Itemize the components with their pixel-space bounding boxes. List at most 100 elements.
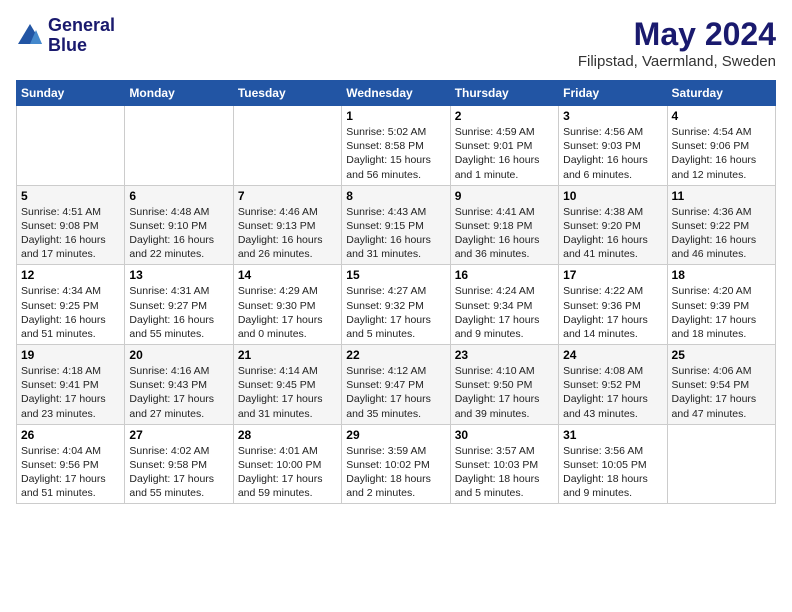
- day-number: 26: [21, 428, 120, 442]
- day-number: 3: [563, 109, 662, 123]
- day-number: 1: [346, 109, 445, 123]
- day-number: 9: [455, 189, 554, 203]
- calendar-cell: 21Sunrise: 4:14 AM Sunset: 9:45 PM Dayli…: [233, 345, 341, 425]
- calendar-week-row: 19Sunrise: 4:18 AM Sunset: 9:41 PM Dayli…: [17, 345, 776, 425]
- calendar-cell: [667, 424, 775, 504]
- day-number: 6: [129, 189, 228, 203]
- day-header-tuesday: Tuesday: [233, 81, 341, 106]
- calendar-cell: 3 Sunrise: 4:56 AM Sunset: 9:03 PM Daylig…: [559, 106, 667, 186]
- header: General Blue May 2024 Filipstad, Vaermla…: [16, 16, 776, 70]
- calendar-cell: 17 Sunrise: 4:22 AM Sunset: 9:36 PM Dayli…: [559, 265, 667, 345]
- calendar-cell: 16 Sunrise: 4:24 AM Sunset: 9:34 PM Dayli…: [450, 265, 558, 345]
- calendar-cell: 28 Sunrise: 4:01 AM Sunset: 10:00 PM Dayl…: [233, 424, 341, 504]
- day-header-friday: Friday: [559, 81, 667, 106]
- day-number: 29: [346, 428, 445, 442]
- day-number: 15: [346, 268, 445, 282]
- day-info: Sunrise: 4:04 AM Sunset: 9:56 PM Dayligh…: [21, 444, 120, 501]
- day-number: 8: [346, 189, 445, 203]
- calendar-cell: 1 Sunrise: 5:02 AM Sunset: 8:58 PM Daylig…: [342, 106, 450, 186]
- day-header-saturday: Saturday: [667, 81, 775, 106]
- day-number: 23: [455, 348, 554, 362]
- day-number: 7: [238, 189, 337, 203]
- day-number: 2: [455, 109, 554, 123]
- day-number: 18: [672, 268, 771, 282]
- calendar-cell: 2 Sunrise: 4:59 AM Sunset: 9:01 PM Daylig…: [450, 106, 558, 186]
- calendar-cell: 29 Sunrise: 3:59 AM Sunset: 10:02 PM Dayl…: [342, 424, 450, 504]
- day-number: 28: [238, 428, 337, 442]
- day-info: Sunrise: 4:08 AM Sunset: 9:52 PM Dayligh…: [563, 364, 662, 421]
- day-info: Sunrise: 4:20 AM Sunset: 9:39 PM Dayligh…: [672, 284, 771, 341]
- day-info: Sunrise: 4:14 AM Sunset: 9:45 PM Dayligh…: [238, 364, 337, 421]
- calendar-cell: 6 Sunrise: 4:48 AM Sunset: 9:10 PM Daylig…: [125, 185, 233, 265]
- day-info: Sunrise: 4:02 AM Sunset: 9:58 PM Dayligh…: [129, 444, 228, 501]
- day-info: Sunrise: 4:48 AM Sunset: 9:10 PM Dayligh…: [129, 205, 228, 262]
- day-header-wednesday: Wednesday: [342, 81, 450, 106]
- calendar-cell: 18 Sunrise: 4:20 AM Sunset: 9:39 PM Dayli…: [667, 265, 775, 345]
- calendar-cell: 19Sunrise: 4:18 AM Sunset: 9:41 PM Dayli…: [17, 345, 125, 425]
- calendar-cell: 23 Sunrise: 4:10 AM Sunset: 9:50 PM Dayli…: [450, 345, 558, 425]
- day-number: 12: [21, 268, 120, 282]
- calendar-table: SundayMondayTuesdayWednesdayThursdayFrid…: [16, 80, 776, 504]
- day-info: Sunrise: 5:02 AM Sunset: 8:58 PM Dayligh…: [346, 125, 445, 182]
- day-number: 14: [238, 268, 337, 282]
- day-number: 20: [129, 348, 228, 362]
- logo-icon: [16, 22, 44, 50]
- calendar-cell: 7 Sunrise: 4:46 AM Sunset: 9:13 PM Daylig…: [233, 185, 341, 265]
- calendar-header-row: SundayMondayTuesdayWednesdayThursdayFrid…: [17, 81, 776, 106]
- calendar-cell: 15 Sunrise: 4:27 AM Sunset: 9:32 PM Dayli…: [342, 265, 450, 345]
- calendar-cell: 12 Sunrise: 4:34 AM Sunset: 9:25 PM Dayli…: [17, 265, 125, 345]
- day-number: 17: [563, 268, 662, 282]
- calendar-cell: 20 Sunrise: 4:16 AM Sunset: 9:43 PM Dayli…: [125, 345, 233, 425]
- day-info: Sunrise: 3:59 AM Sunset: 10:02 PM Daylig…: [346, 444, 445, 501]
- day-number: 16: [455, 268, 554, 282]
- day-number: 11: [672, 189, 771, 203]
- calendar-cell: 22 Sunrise: 4:12 AM Sunset: 9:47 PM Dayli…: [342, 345, 450, 425]
- day-number: 25: [672, 348, 771, 362]
- day-info: Sunrise: 4:12 AM Sunset: 9:47 PM Dayligh…: [346, 364, 445, 421]
- day-info: Sunrise: 4:43 AM Sunset: 9:15 PM Dayligh…: [346, 205, 445, 262]
- day-info: Sunrise: 4:10 AM Sunset: 9:50 PM Dayligh…: [455, 364, 554, 421]
- day-info: Sunrise: 4:24 AM Sunset: 9:34 PM Dayligh…: [455, 284, 554, 341]
- calendar-cell: 9Sunrise: 4:41 AM Sunset: 9:18 PM Daylig…: [450, 185, 558, 265]
- calendar-cell: 14 Sunrise: 4:29 AM Sunset: 9:30 PM Dayli…: [233, 265, 341, 345]
- day-info: Sunrise: 4:27 AM Sunset: 9:32 PM Dayligh…: [346, 284, 445, 341]
- day-number: 30: [455, 428, 554, 442]
- calendar-cell: 11 Sunrise: 4:36 AM Sunset: 9:22 PM Dayli…: [667, 185, 775, 265]
- logo: General Blue: [16, 16, 115, 56]
- day-number: 13: [129, 268, 228, 282]
- day-info: Sunrise: 4:29 AM Sunset: 9:30 PM Dayligh…: [238, 284, 337, 341]
- calendar-cell: 25Sunrise: 4:06 AM Sunset: 9:54 PM Dayli…: [667, 345, 775, 425]
- calendar-cell: [233, 106, 341, 186]
- day-info: Sunrise: 4:46 AM Sunset: 9:13 PM Dayligh…: [238, 205, 337, 262]
- calendar-week-row: 5Sunrise: 4:51 AM Sunset: 9:08 PM Daylig…: [17, 185, 776, 265]
- day-info: Sunrise: 4:38 AM Sunset: 9:20 PM Dayligh…: [563, 205, 662, 262]
- day-info: Sunrise: 4:16 AM Sunset: 9:43 PM Dayligh…: [129, 364, 228, 421]
- day-number: 22: [346, 348, 445, 362]
- day-info: Sunrise: 4:22 AM Sunset: 9:36 PM Dayligh…: [563, 284, 662, 341]
- day-info: Sunrise: 4:34 AM Sunset: 9:25 PM Dayligh…: [21, 284, 120, 341]
- calendar-week-row: 26 Sunrise: 4:04 AM Sunset: 9:56 PM Dayli…: [17, 424, 776, 504]
- day-info: Sunrise: 4:01 AM Sunset: 10:00 PM Daylig…: [238, 444, 337, 501]
- day-number: 27: [129, 428, 228, 442]
- day-info: Sunrise: 3:56 AM Sunset: 10:05 PM Daylig…: [563, 444, 662, 501]
- calendar-cell: 10 Sunrise: 4:38 AM Sunset: 9:20 PM Dayli…: [559, 185, 667, 265]
- day-number: 10: [563, 189, 662, 203]
- day-info: Sunrise: 4:59 AM Sunset: 9:01 PM Dayligh…: [455, 125, 554, 182]
- calendar-cell: [125, 106, 233, 186]
- calendar-week-row: 12 Sunrise: 4:34 AM Sunset: 9:25 PM Dayli…: [17, 265, 776, 345]
- calendar-cell: 4Sunrise: 4:54 AM Sunset: 9:06 PM Daylig…: [667, 106, 775, 186]
- calendar-cell: 13Sunrise: 4:31 AM Sunset: 9:27 PM Dayli…: [125, 265, 233, 345]
- day-header-monday: Monday: [125, 81, 233, 106]
- calendar-cell: 24 Sunrise: 4:08 AM Sunset: 9:52 PM Dayli…: [559, 345, 667, 425]
- day-info: Sunrise: 4:54 AM Sunset: 9:06 PM Dayligh…: [672, 125, 771, 182]
- day-number: 24: [563, 348, 662, 362]
- day-info: Sunrise: 3:57 AM Sunset: 10:03 PM Daylig…: [455, 444, 554, 501]
- day-info: Sunrise: 4:56 AM Sunset: 9:03 PM Dayligh…: [563, 125, 662, 182]
- day-header-thursday: Thursday: [450, 81, 558, 106]
- day-info: Sunrise: 4:51 AM Sunset: 9:08 PM Dayligh…: [21, 205, 120, 262]
- calendar-cell: 30 Sunrise: 3:57 AM Sunset: 10:03 PM Dayl…: [450, 424, 558, 504]
- day-info: Sunrise: 4:36 AM Sunset: 9:22 PM Dayligh…: [672, 205, 771, 262]
- title-area: May 2024 Filipstad, Vaermland, Sweden: [578, 16, 776, 70]
- day-header-sunday: Sunday: [17, 81, 125, 106]
- day-info: Sunrise: 4:18 AM Sunset: 9:41 PM Dayligh…: [21, 364, 120, 421]
